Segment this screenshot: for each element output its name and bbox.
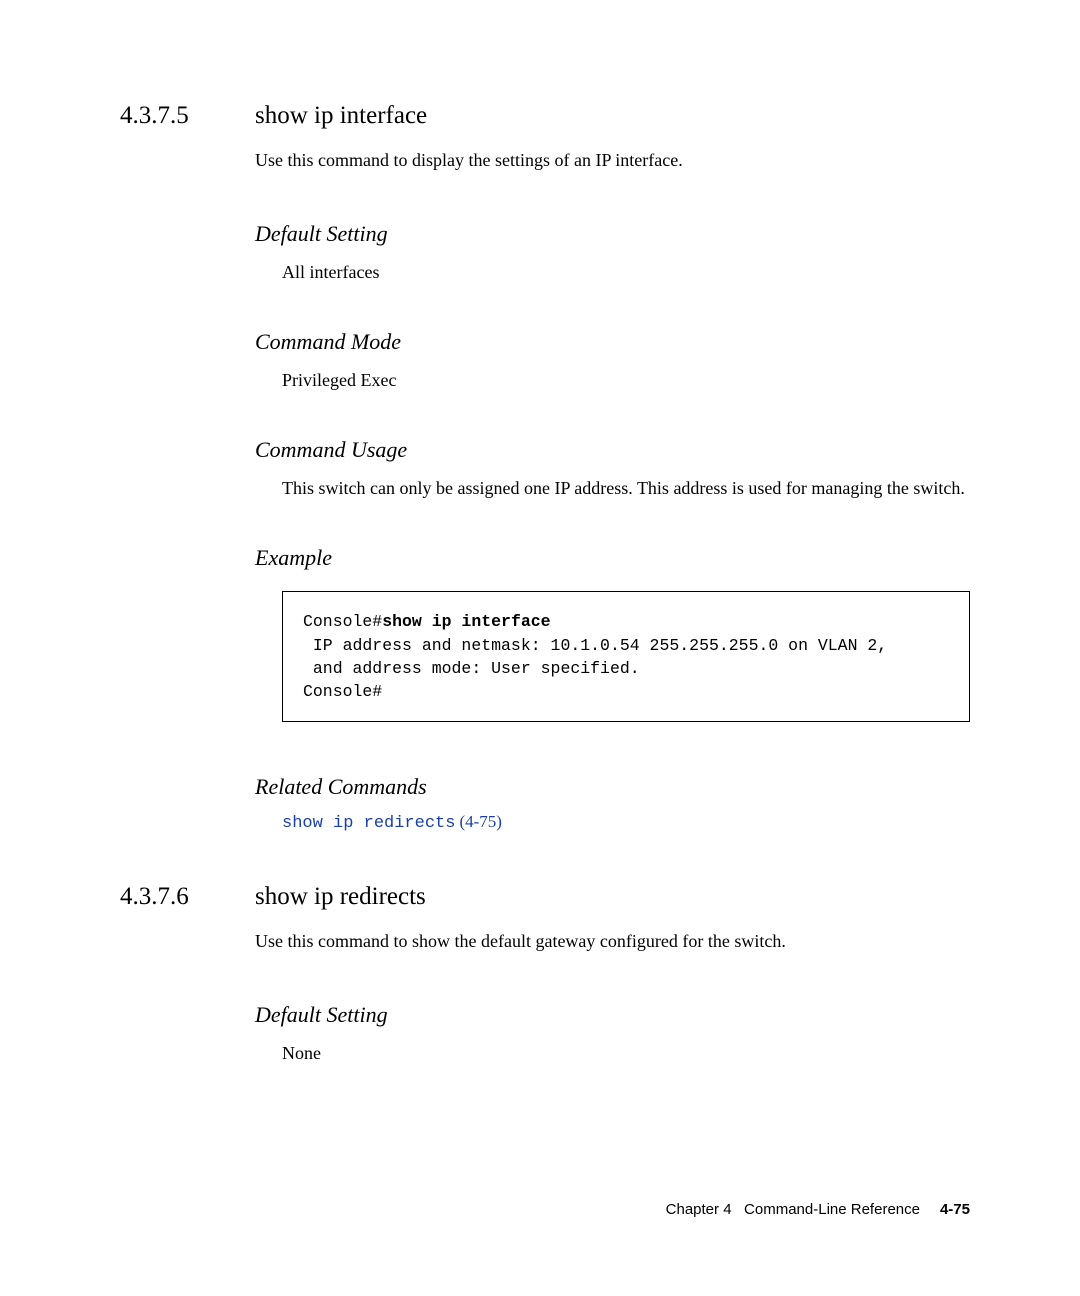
section-number: 4.3.7.5 bbox=[120, 102, 255, 130]
code-prompt: Console# bbox=[303, 682, 382, 701]
code-output-line: IP address and netmask: 10.1.0.54 255.25… bbox=[303, 636, 887, 655]
command-mode-text: Privileged Exec bbox=[282, 367, 970, 393]
page-footer: Chapter 4 Command-Line Reference 4-75 bbox=[666, 1201, 970, 1218]
default-setting-heading: Default Setting bbox=[255, 221, 970, 247]
default-setting-text: All interfaces bbox=[282, 259, 970, 285]
command-usage-heading: Command Usage bbox=[255, 437, 970, 463]
default-setting-heading: Default Setting bbox=[255, 1002, 970, 1028]
code-example: Console#show ip interface IP address and… bbox=[282, 591, 970, 721]
code-prompt: Console# bbox=[303, 612, 382, 631]
footer-chapter: Chapter 4 bbox=[666, 1201, 732, 1218]
code-command: show ip interface bbox=[382, 612, 550, 631]
footer-page-number: 4-75 bbox=[940, 1201, 970, 1218]
section-title: show ip redirects bbox=[255, 883, 426, 911]
related-commands-row: show ip redirects (4-75) bbox=[282, 812, 970, 833]
related-command-link[interactable]: show ip redirects bbox=[282, 814, 455, 833]
command-usage-text: This switch can only be assigned one IP … bbox=[282, 475, 970, 501]
related-commands-heading: Related Commands bbox=[255, 774, 970, 800]
footer-title: Command-Line Reference bbox=[744, 1201, 920, 1218]
example-heading: Example bbox=[255, 545, 970, 571]
section-title: show ip interface bbox=[255, 102, 427, 130]
section-intro: Use this command to show the default gat… bbox=[255, 929, 970, 954]
section-heading-4376: 4.3.7.6 show ip redirects bbox=[120, 883, 970, 911]
related-page-ref[interactable]: (4-75) bbox=[459, 812, 501, 831]
section-intro: Use this command to display the settings… bbox=[255, 148, 970, 173]
default-setting-text: None bbox=[282, 1040, 970, 1066]
code-output-line: and address mode: User specified. bbox=[303, 659, 640, 678]
section-heading-4375: 4.3.7.5 show ip interface bbox=[120, 102, 970, 130]
command-mode-heading: Command Mode bbox=[255, 329, 970, 355]
section-number: 4.3.7.6 bbox=[120, 883, 255, 911]
